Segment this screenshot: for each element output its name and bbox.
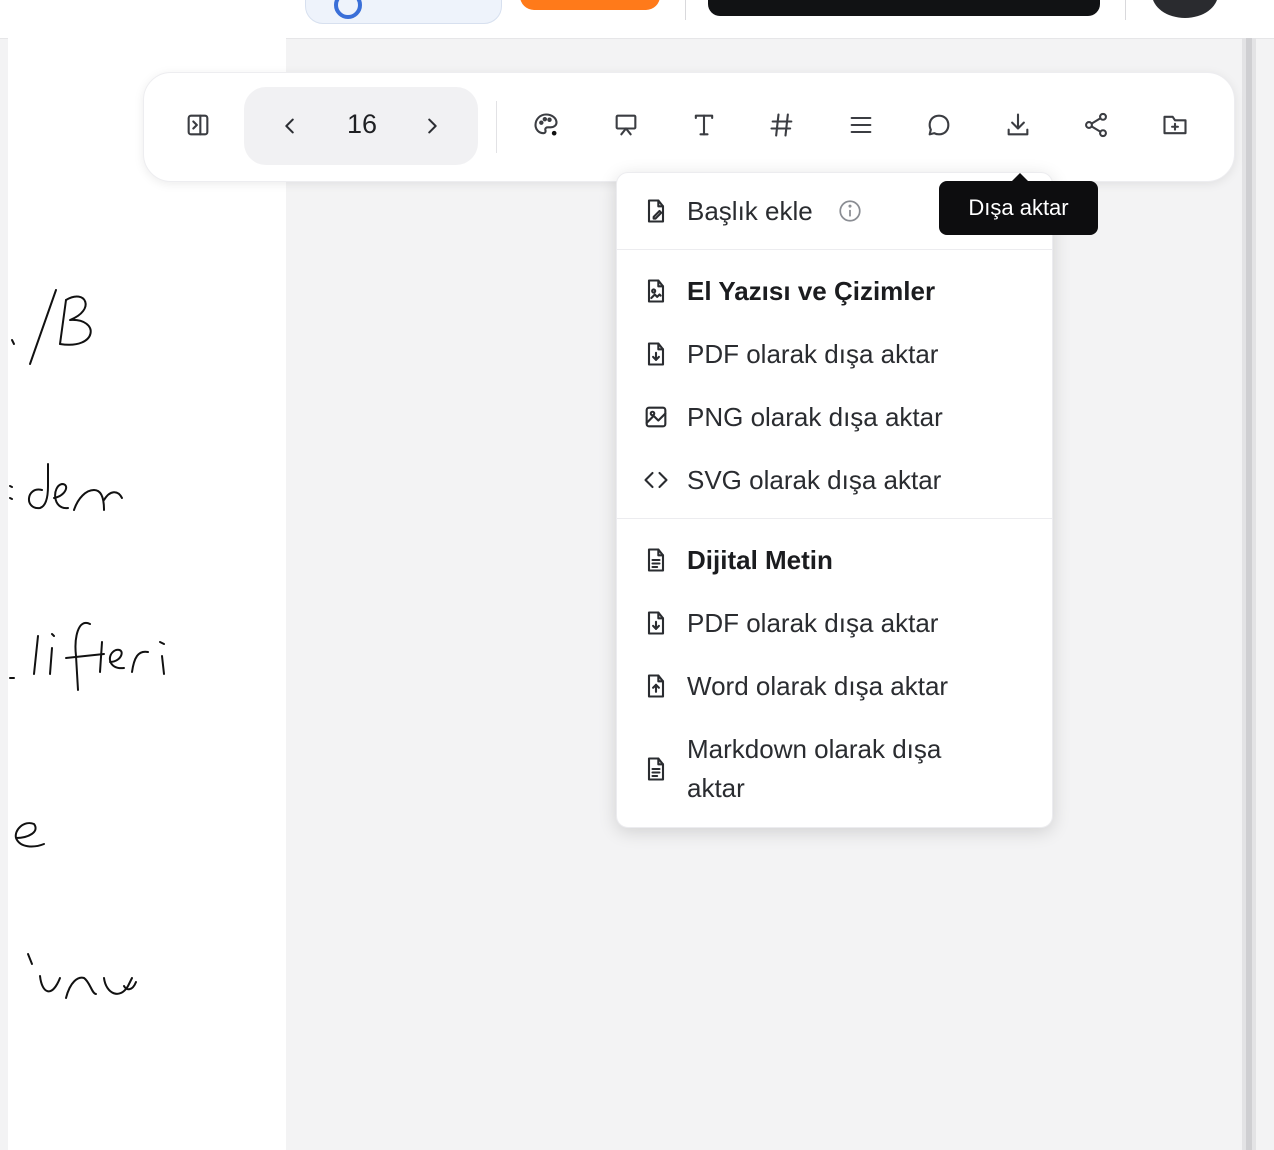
share-button[interactable]	[1074, 103, 1118, 147]
sidebar-toggle-icon	[187, 114, 209, 136]
toolbar-divider	[496, 101, 497, 153]
text-document-icon	[641, 754, 671, 784]
handwritten-page[interactable]	[8, 38, 286, 1150]
editor-toolbar: 16	[143, 72, 1235, 182]
topbar-divider	[685, 0, 686, 20]
tooltip-arrow	[1011, 173, 1029, 182]
menu-divider	[617, 518, 1052, 519]
file-upload-icon	[641, 671, 671, 701]
section-handwriting-title: El Yazısı ve Çizimler	[687, 275, 936, 306]
presentation-icon	[615, 114, 637, 136]
palette-button[interactable]	[524, 103, 568, 147]
comment-icon	[928, 114, 950, 136]
presentation-button[interactable]	[604, 103, 648, 147]
avatar[interactable]	[1152, 0, 1218, 18]
export-markdown-item[interactable]: Markdown olarak dışa aktar	[617, 727, 1052, 811]
folder-plus-icon	[1163, 115, 1187, 135]
image-icon	[641, 402, 671, 432]
comment-button[interactable]	[917, 103, 961, 147]
export-dropdown-menu: Başlık ekle El Yazısı ve Çizimler PDF ol…	[616, 172, 1053, 828]
export-text-pdf-label: PDF olarak dışa aktar	[687, 607, 939, 638]
export-tooltip: Dışa aktar	[939, 173, 1098, 235]
vertical-scrollbar[interactable]	[1242, 38, 1256, 1150]
export-word-item[interactable]: Word olarak dışa aktar	[617, 664, 1052, 708]
primary-action-button[interactable]	[708, 0, 1100, 16]
heading-button[interactable]	[760, 103, 804, 147]
tooltip-label: Dışa aktar	[968, 195, 1069, 220]
topbar-divider	[1125, 0, 1126, 20]
text-icon	[694, 114, 714, 136]
edit-document-icon	[641, 196, 671, 226]
export-png-label: PNG olarak dışa aktar	[687, 401, 943, 432]
handwriting-strokes	[9, 289, 165, 999]
code-icon	[641, 465, 671, 495]
section-digital-text-heading: Dijital Metin	[617, 538, 1052, 582]
top-app-bar	[0, 0, 1274, 39]
menu-divider	[617, 249, 1052, 250]
account-chip[interactable]	[305, 0, 502, 24]
list-button[interactable]	[839, 103, 883, 147]
text-document-icon	[641, 545, 671, 575]
section-handwriting-heading: El Yazısı ve Çizimler	[617, 269, 1052, 313]
page-number[interactable]: 16	[324, 109, 400, 140]
next-page-button[interactable]	[412, 106, 452, 146]
export-svg-item[interactable]: SVG olarak dışa aktar	[617, 458, 1052, 502]
add-title-label: Başlık ekle	[687, 195, 813, 226]
download-icon	[1007, 113, 1029, 136]
export-word-label: Word olarak dışa aktar	[687, 670, 949, 701]
info-icon[interactable]	[837, 198, 863, 224]
text-tool-button[interactable]	[682, 103, 726, 147]
section-digital-text-title: Dijital Metin	[687, 544, 833, 575]
export-text-pdf-item[interactable]: PDF olarak dışa aktar	[617, 601, 1052, 645]
export-markdown-label: Markdown olarak dışa aktar	[687, 734, 942, 803]
export-button[interactable]	[996, 103, 1040, 147]
sidebar-toggle-button[interactable]	[176, 103, 220, 147]
page-navigator: 16	[244, 87, 478, 165]
export-svg-label: SVG olarak dışa aktar	[687, 464, 942, 495]
chevron-left-icon	[285, 118, 294, 134]
chevron-right-icon	[428, 118, 437, 134]
account-chip-icon	[334, 0, 362, 19]
export-handwriting-pdf-label: PDF olarak dışa aktar	[687, 338, 939, 369]
add-to-folder-button[interactable]	[1153, 103, 1197, 147]
previous-page-button[interactable]	[270, 106, 310, 146]
share-icon	[1085, 112, 1107, 138]
file-download-icon	[641, 608, 671, 638]
export-handwriting-pdf-item[interactable]: PDF olarak dışa aktar	[617, 332, 1052, 376]
palette-icon	[534, 113, 558, 136]
scrollbar-thumb[interactable]	[1246, 38, 1252, 1150]
file-download-icon	[641, 339, 671, 369]
menu-lines-icon	[850, 116, 872, 134]
upgrade-button[interactable]	[520, 0, 660, 10]
export-png-item[interactable]: PNG olarak dışa aktar	[617, 395, 1052, 439]
hash-icon	[770, 113, 793, 137]
image-document-icon	[641, 276, 671, 306]
